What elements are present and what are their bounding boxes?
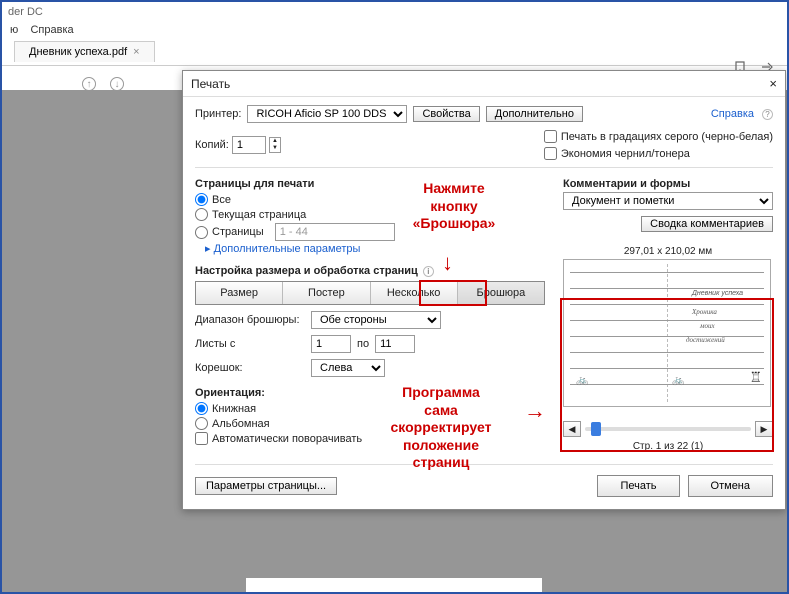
comments-select[interactable]: Документ и пометки	[563, 192, 773, 210]
preview-text: моих	[700, 322, 715, 330]
page-setup-button[interactable]: Параметры страницы...	[195, 477, 337, 495]
booklet-range-select[interactable]: Обе стороны	[311, 311, 441, 329]
tab-label: Дневник успеха.pdf	[29, 46, 127, 58]
menu-bar: ю Справка	[2, 22, 787, 38]
copies-input[interactable]	[232, 136, 266, 154]
down-icon[interactable]: ↓	[110, 77, 124, 91]
close-icon[interactable]: ×	[769, 76, 777, 91]
grayscale-label: Печать в градациях серого (черно-белая)	[561, 131, 773, 143]
radio-all-label: Все	[212, 194, 231, 206]
radio-current-label: Текущая страница	[212, 209, 306, 221]
bike-icon: 🚲	[672, 375, 684, 386]
page-preview-bg	[246, 578, 542, 594]
sheets-label: Листы с	[195, 338, 305, 350]
preview-text: Хроника	[692, 308, 717, 316]
more-params-link[interactable]: ▸ Дополнительные параметры	[195, 242, 545, 255]
comments-summary-button[interactable]: Сводка комментариев	[641, 216, 773, 232]
economy-checkbox[interactable]	[544, 147, 557, 160]
preview-text: Дневник успеха	[692, 290, 743, 297]
print-preview: Дневник успеха Хроника моих достижений 🚲…	[563, 259, 771, 407]
info-icon[interactable]: i	[423, 266, 434, 277]
print-button[interactable]: Печать	[597, 475, 679, 497]
sheets-to-label: по	[357, 338, 369, 350]
radio-portrait-label: Книжная	[212, 403, 256, 415]
document-tab[interactable]: Дневник успеха.pdf ×	[14, 41, 155, 62]
menu-help[interactable]: Справка	[30, 24, 73, 36]
spin-up-icon[interactable]: ▲	[270, 138, 280, 145]
seg-size[interactable]: Размер	[196, 282, 283, 304]
preview-text: достижений	[686, 336, 725, 344]
booklet-range-label: Диапазон брошюры:	[195, 314, 305, 326]
page-slider[interactable]	[585, 427, 751, 431]
radio-range-label: Страницы	[212, 226, 264, 238]
help-link[interactable]: Справка	[711, 108, 754, 120]
pages-group-label: Страницы для печати	[195, 178, 545, 190]
up-icon[interactable]: ↑	[82, 77, 96, 91]
cancel-button[interactable]: Отмена	[688, 475, 773, 497]
help-icon[interactable]: ?	[762, 109, 773, 120]
close-icon[interactable]: ×	[133, 46, 139, 58]
menu-file[interactable]: ю	[10, 24, 18, 36]
seg-multi[interactable]: Несколько	[371, 282, 458, 304]
seg-booklet[interactable]: Брошюра	[458, 282, 544, 304]
advanced-button[interactable]: Дополнительно	[486, 106, 583, 122]
preview-dimensions: 297,01 x 210,02 мм	[563, 246, 773, 257]
radio-range[interactable]	[195, 226, 208, 239]
radio-portrait[interactable]	[195, 402, 208, 415]
spine-label: Корешок:	[195, 362, 305, 374]
page-counter: Стр. 1 из 22 (1)	[563, 437, 773, 454]
copies-label: Копий:	[195, 139, 229, 151]
next-page-button[interactable]: ▶	[755, 421, 773, 437]
spin-down-icon[interactable]: ▼	[270, 145, 280, 152]
seg-poster[interactable]: Постер	[283, 282, 370, 304]
radio-current[interactable]	[195, 208, 208, 221]
app-titlebar: der DC	[2, 2, 787, 22]
orientation-group-label: Ориентация:	[195, 387, 545, 399]
radio-landscape[interactable]	[195, 417, 208, 430]
printer-select[interactable]: RICOH Aficio SP 100 DDST	[247, 105, 407, 123]
size-group-label: Настройка размера и обработка страниц i	[195, 265, 545, 277]
sheets-to-input[interactable]	[375, 335, 415, 353]
grayscale-checkbox[interactable]	[544, 130, 557, 143]
page-range-input[interactable]	[275, 223, 395, 241]
dialog-title: Печать	[191, 77, 230, 91]
radio-all[interactable]	[195, 193, 208, 206]
radio-landscape-label: Альбомная	[212, 418, 270, 430]
prev-page-button[interactable]: ◀	[563, 421, 581, 437]
printer-label: Принтер:	[195, 108, 241, 120]
size-mode-segments: Размер Постер Несколько Брошюра	[195, 281, 545, 305]
properties-button[interactable]: Свойства	[413, 106, 479, 122]
comments-group-label: Комментарии и формы	[563, 178, 773, 190]
bike-icon: 🚲	[576, 375, 588, 386]
economy-label: Экономия чернил/тонера	[561, 148, 690, 160]
sheets-from-input[interactable]	[311, 335, 351, 353]
eiffel-icon: ♖	[749, 369, 762, 386]
autorotate-checkbox[interactable]	[195, 432, 208, 445]
spine-select[interactable]: Слева	[311, 359, 385, 377]
autorotate-label: Автоматически поворачивать	[212, 433, 362, 445]
print-dialog: Печать × Принтер: RICOH Aficio SP 100 DD…	[182, 70, 786, 510]
